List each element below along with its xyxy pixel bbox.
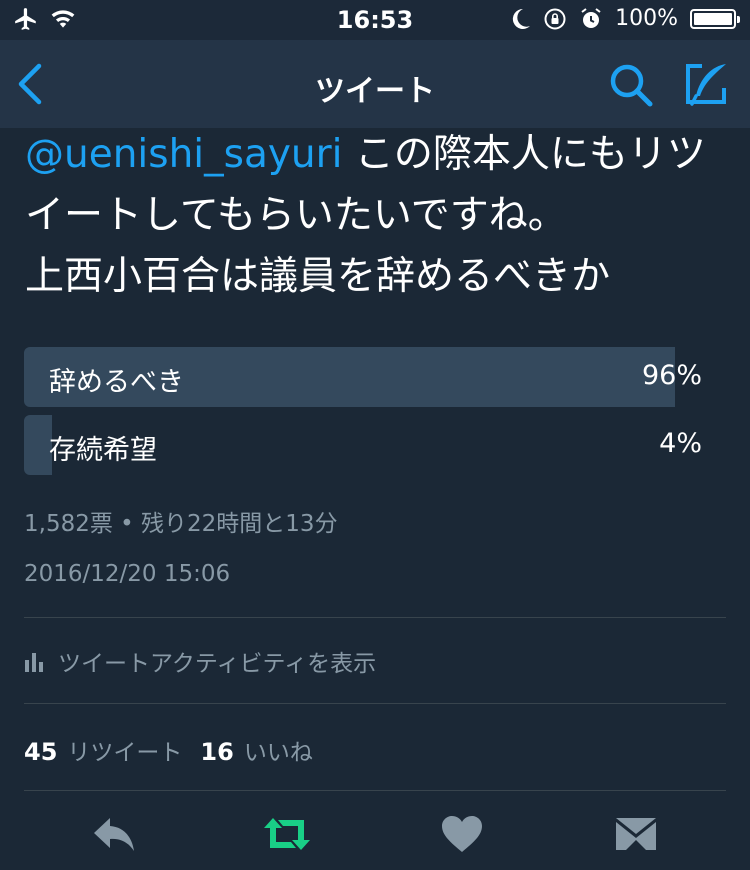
status-bar: 16:53 100%: [0, 0, 750, 40]
poll-option-bar: [24, 415, 52, 475]
status-bar-right: 100%: [511, 6, 740, 31]
poll-summary: 1,582票 • 残り22時間と13分: [24, 511, 338, 537]
tweet-text: @uenishi_sayuri この際本人にもリツ イートしてもらいたいですね。…: [25, 124, 735, 307]
direct-message-icon[interactable]: [614, 814, 658, 854]
poll-option-label: 存続希望: [49, 435, 157, 466]
reply-icon[interactable]: [92, 814, 136, 854]
retweet-label[interactable]: リツイート: [67, 733, 182, 767]
poll-option: 辞めるべき 96%: [24, 347, 702, 407]
divider: [24, 617, 726, 618]
like-count[interactable]: 16: [200, 738, 233, 766]
mention-link[interactable]: @uenishi_sayuri: [25, 132, 343, 177]
tweet-activity-label: ツイートアクティビティを表示: [58, 651, 377, 677]
rotation-lock-icon: [544, 8, 566, 29]
bar-chart-icon: [25, 653, 43, 672]
divider: [24, 703, 726, 704]
poll-option-percent: 96%: [641, 360, 702, 391]
navigation-bar: ツイート: [0, 40, 750, 128]
like-label[interactable]: いいね: [244, 733, 313, 767]
tweet-text-line-1: この際本人にもリツ: [342, 132, 706, 177]
retweet-icon[interactable]: [263, 814, 311, 854]
tweet-activity-link[interactable]: ツイートアクティビティを表示: [24, 644, 376, 678]
alarm-icon: [581, 7, 601, 28]
compose-icon[interactable]: [682, 60, 730, 108]
moon-icon: [512, 8, 531, 29]
poll-option-label: 辞めるべき: [49, 367, 184, 398]
divider: [24, 790, 726, 791]
tweet-text-line-2: イートしてもらいたいですね。: [25, 193, 567, 238]
retweet-count[interactable]: 45: [24, 738, 57, 766]
like-icon[interactable]: [440, 814, 484, 854]
tweet-timestamp: 2016/12/20 15:06: [24, 561, 231, 587]
battery-icon: [690, 8, 740, 29]
tweet-text-line-3: 上西小百合は議員を辞めるべきか: [25, 254, 611, 299]
poll-option: 存続希望 4%: [24, 415, 702, 475]
battery-percentage: 100%: [615, 6, 678, 31]
poll-option-percent: 4%: [659, 428, 702, 459]
tweet-stats: 45 リツイート 16 いいね: [24, 733, 331, 767]
search-icon[interactable]: [608, 62, 654, 108]
